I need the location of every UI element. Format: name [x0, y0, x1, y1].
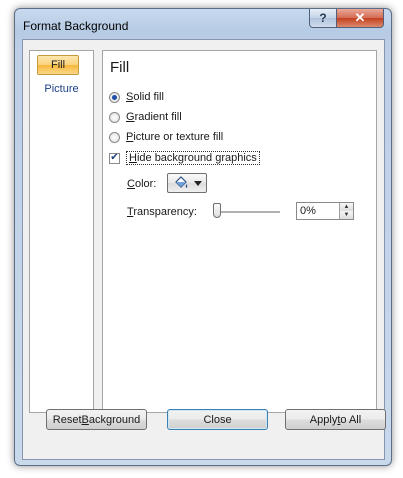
paint-bucket-icon [174, 176, 187, 188]
picture-fill-radio[interactable] [109, 131, 120, 143]
nav-item-label: Picture [44, 83, 79, 95]
transparency-label: Transparency: [127, 206, 197, 218]
close-window-button[interactable]: ✕ [336, 9, 384, 28]
button-label-rest: o All [340, 413, 362, 426]
transparency-slider-track[interactable] [217, 211, 280, 214]
nav-item-fill[interactable]: Fill [37, 55, 79, 75]
fill-panel: Fill Solid fill Gradient fill Picture or… [102, 50, 377, 413]
title-bar[interactable]: Format Background ? ✕ [15, 9, 391, 39]
help-button[interactable]: ? [309, 9, 337, 28]
checkmark-icon: ✔ [110, 152, 119, 163]
picture-fill-label: Picture or texture fill [126, 131, 224, 143]
solid-fill-option[interactable]: Solid fill [109, 91, 164, 103]
solid-fill-label: Solid fill [126, 91, 164, 103]
close-button[interactable]: Close [167, 409, 268, 430]
button-label: Apply [309, 413, 338, 426]
help-icon: ? [319, 11, 327, 25]
button-label: Reset [52, 413, 82, 426]
button-label: Close [203, 413, 232, 426]
solid-fill-radio[interactable] [109, 91, 120, 103]
hide-graphics-label: Hide background graphics [126, 151, 260, 165]
gradient-fill-option[interactable]: Gradient fill [109, 111, 182, 123]
color-picker-button[interactable] [167, 173, 207, 193]
color-label: Color: [127, 178, 157, 190]
hide-graphics-checkbox[interactable]: ✔ [109, 152, 120, 164]
transparency-slider-thumb[interactable] [213, 203, 221, 218]
reset-background-button[interactable]: Reset Background [46, 409, 147, 430]
dialog-body: Fill Picture Fill Solid fill Gradient fi… [22, 39, 385, 460]
picture-fill-option[interactable]: Picture or texture fill [109, 131, 223, 143]
format-background-dialog: Format Background ? ✕ Fill Picture Fill … [14, 8, 392, 466]
close-icon: ✕ [354, 10, 366, 25]
gradient-fill-label: Gradient fill [126, 111, 182, 123]
hide-graphics-option[interactable]: ✔ Hide background graphics [109, 151, 260, 165]
gradient-fill-radio[interactable] [109, 111, 120, 123]
nav-item-picture[interactable]: Picture [34, 79, 89, 99]
transparency-spinbox[interactable]: 0% ▲ ▼ [296, 202, 354, 220]
apply-to-all-button[interactable]: Apply to All [285, 409, 386, 430]
transparency-value[interactable]: 0% [300, 205, 316, 217]
category-list: Fill Picture [29, 50, 94, 413]
button-label-accel: B [81, 413, 89, 426]
section-heading: Fill [110, 59, 130, 76]
chevron-down-icon [193, 180, 202, 186]
nav-item-label: Fill [50, 59, 66, 71]
spin-down-icon[interactable]: ▼ [339, 211, 353, 219]
button-label-rest: ackground [88, 413, 141, 426]
dialog-title: Format Background [23, 19, 129, 33]
